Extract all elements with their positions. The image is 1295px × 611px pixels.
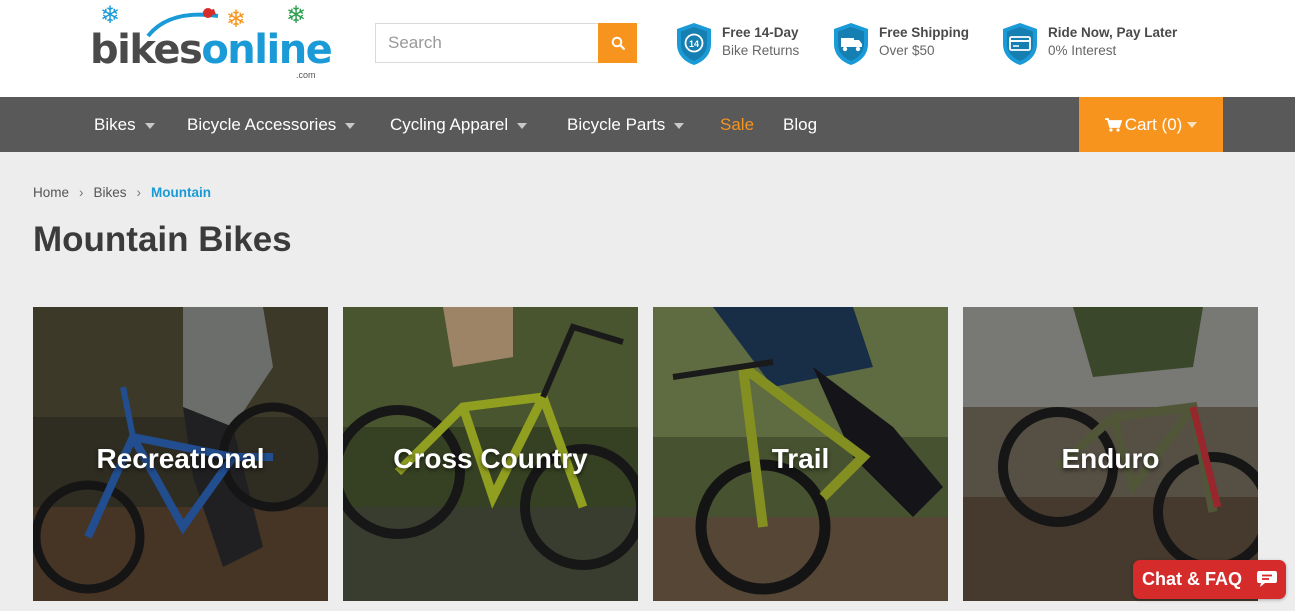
category-label: Recreational: [96, 443, 265, 474]
site-logo[interactable]: ❄ ❄ ❄ bikesonline .com: [88, 2, 333, 84]
cart-button[interactable]: Cart (0): [1079, 97, 1223, 152]
search-button[interactable]: [598, 23, 637, 63]
cart-label: Cart (0): [1124, 114, 1183, 134]
nav-item-bicycle-accessories[interactable]: Bicycle Accessories: [187, 97, 356, 152]
nav-item-blog[interactable]: Blog: [783, 97, 817, 152]
perk-pay-later[interactable]: Ride Now, Pay Later 0% Interest: [1001, 22, 1191, 68]
breadcrumb: Home › Bikes › Mountain: [33, 185, 211, 200]
perk-title: Free 14-Day: [722, 25, 799, 40]
nav-item-label: Bicycle Accessories: [187, 115, 337, 134]
chevron-right-icon: ›: [136, 185, 142, 200]
perk-subtitle: Bike Returns: [722, 43, 800, 58]
returns-14-icon: 14: [677, 23, 711, 65]
breadcrumb-current: Mountain: [151, 185, 212, 200]
nav-item-label: Blog: [783, 115, 818, 134]
chevron-down-icon: [345, 122, 356, 129]
site-header: ❄ ❄ ❄ bikesonline .com 14 Free 14-Day Bi…: [0, 0, 1295, 97]
delivery-truck-icon: [834, 23, 868, 65]
chat-bubble-icon: [1257, 571, 1277, 587]
breadcrumb-bikes[interactable]: Bikes: [94, 185, 127, 200]
chevron-down-icon: [144, 122, 155, 129]
category-label: Cross Country: [393, 443, 588, 474]
nav-item-label: Bikes: [94, 115, 136, 134]
logo-wordmark: bikesonline: [90, 27, 333, 73]
perk-subtitle: Over $50: [879, 43, 935, 58]
nav-item-label: Bicycle Parts: [567, 115, 666, 134]
search-input[interactable]: [375, 23, 599, 63]
perk-title: Ride Now, Pay Later: [1048, 25, 1178, 40]
page-title: Mountain Bikes: [33, 220, 292, 259]
nav-item-bikes[interactable]: Bikes: [94, 97, 155, 152]
category-tile-trail[interactable]: Trail: [653, 307, 948, 601]
perk-free-returns[interactable]: 14 Free 14-Day Bike Returns: [675, 22, 815, 68]
search-icon: [611, 36, 625, 50]
breadcrumb-home[interactable]: Home: [33, 185, 69, 200]
category-tile-cross-country[interactable]: Cross Country: [343, 307, 638, 601]
svg-text:14: 14: [689, 39, 699, 49]
nav-item-sale[interactable]: Sale: [720, 97, 754, 152]
search-bar: [375, 23, 637, 63]
credit-card-icon: [1003, 23, 1037, 65]
chevron-down-icon: [1187, 121, 1198, 128]
snowflake-icon: ❄: [100, 2, 121, 29]
nav-item-bicycle-parts[interactable]: Bicycle Parts: [567, 97, 685, 152]
chat-label: Chat & FAQ: [1142, 569, 1243, 589]
perk-free-shipping[interactable]: Free Shipping Over $50: [832, 22, 977, 68]
nav-item-label: Sale: [720, 115, 755, 134]
perk-title: Free Shipping: [879, 25, 970, 40]
shopping-cart-icon: [1104, 117, 1122, 132]
category-label: Enduro: [1061, 443, 1160, 474]
nav-item-label: Cycling Apparel: [390, 115, 509, 134]
category-label: Trail: [771, 443, 830, 474]
category-tile-recreational[interactable]: Recreational: [33, 307, 328, 601]
logo-suffix: .com: [296, 70, 316, 80]
chevron-right-icon: ›: [79, 185, 84, 200]
perk-subtitle: 0% Interest: [1048, 43, 1117, 58]
chevron-down-icon: [674, 122, 685, 129]
chevron-down-icon: [517, 122, 528, 129]
snowflake-icon: ❄: [286, 2, 307, 29]
chat-faq-button[interactable]: Chat & FAQ: [1133, 560, 1286, 599]
nav-item-cycling-apparel[interactable]: Cycling Apparel: [390, 97, 528, 152]
category-tile-enduro[interactable]: Enduro: [963, 307, 1258, 601]
